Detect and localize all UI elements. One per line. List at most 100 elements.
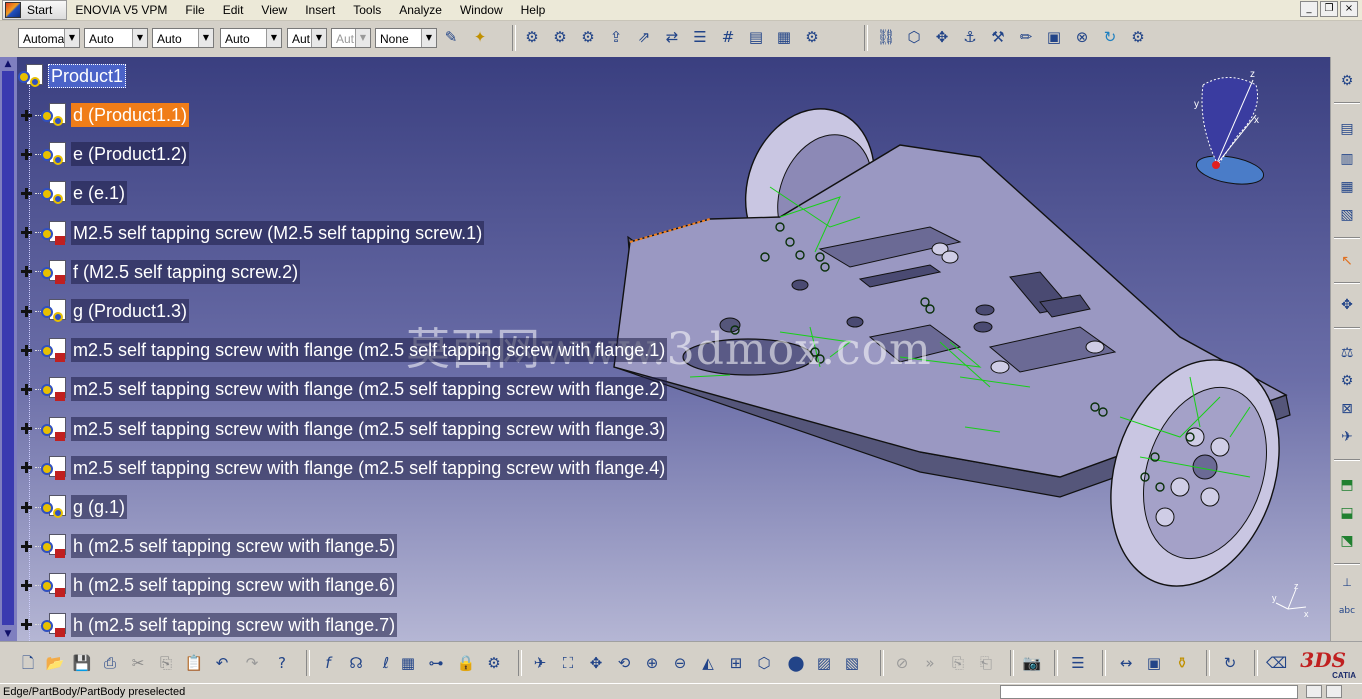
tree-node[interactable]: m2.5 self tapping screw with flange (m2.… [20, 374, 668, 404]
design-table-icon[interactable]: ▦ [398, 653, 418, 673]
menu-view[interactable]: View [252, 0, 296, 20]
tree-node[interactable]: d (Product1.1) [20, 100, 190, 130]
measure-icon[interactable]: ⊠ [1337, 399, 1357, 419]
normal-view-icon[interactable]: ◭ [698, 653, 718, 673]
manipulation-icon[interactable]: ⛓ [876, 27, 896, 47]
contact-constraint-icon[interactable]: ⊗ [1072, 27, 1092, 47]
constraint-icon[interactable]: ▣ [1044, 27, 1064, 47]
open-icon[interactable]: 📂 [45, 653, 65, 673]
3d-viewport[interactable]: z y x z y x 莫西网www.3dmox.com ▲ ▼ Product… [0, 57, 1330, 641]
isometric-view-icon[interactable]: ⬡ [754, 653, 774, 673]
lock-icon[interactable]: 🔒 [456, 653, 476, 673]
menu-analyze[interactable]: Analyze [390, 0, 451, 20]
sectioning-icon[interactable]: ✈ [1337, 427, 1357, 447]
compass-widget[interactable]: z y x [1178, 65, 1278, 195]
tree-node[interactable]: m2.5 self tapping screw with flange (m2.… [20, 414, 668, 444]
save-icon[interactable]: 💾 [72, 653, 92, 673]
knowledge-advisor-icon[interactable]: ☊ [346, 653, 366, 673]
tree-node[interactable]: h (m2.5 self tapping screw with flange.7… [20, 610, 398, 640]
tree-node[interactable]: m2.5 self tapping screw with flange (m2.… [20, 453, 668, 483]
copy-icon[interactable]: ⎘ [156, 653, 176, 673]
expand-icon[interactable] [20, 265, 33, 278]
measure-between-icon[interactable]: ↔ [1116, 653, 1136, 673]
expand-icon[interactable] [20, 579, 33, 592]
properties-painter-icon[interactable]: ✦ [470, 27, 490, 47]
insert-component-icon[interactable]: ⚙ [522, 27, 542, 47]
multi-instantiation-icon[interactable]: ⚙ [802, 27, 822, 47]
expand-icon[interactable] [20, 226, 33, 239]
zoom-out-icon[interactable]: ⊖ [670, 653, 690, 673]
expand-icon[interactable] [20, 148, 33, 161]
pen-icon[interactable]: ✏ [1016, 27, 1036, 47]
tree-root[interactable]: Product1 [18, 61, 127, 91]
tree-node[interactable]: e (Product1.2) [20, 139, 190, 169]
sheet-tools-icon[interactable]: ▧ [1337, 205, 1357, 225]
constraints-icon[interactable]: ⚙ [1337, 71, 1357, 91]
text-annotation-icon[interactable]: abc [1337, 601, 1357, 621]
manage-representations-icon[interactable]: ▦ [774, 27, 794, 47]
color-combo[interactable]: Automa ▼ [18, 28, 80, 48]
multi-view-icon[interactable]: ⊞ [726, 653, 746, 673]
menu-insert[interactable]: Insert [296, 0, 344, 20]
axis-icon[interactable]: ⊥ [1337, 573, 1357, 593]
rotate-icon[interactable]: ⟲ [614, 653, 634, 673]
transparency-combo[interactable]: Auto ▼ [84, 28, 148, 48]
tree-scrollbar[interactable]: ▲ ▼ [0, 57, 17, 641]
tree-node[interactable]: h (m2.5 self tapping screw with flange.5… [20, 531, 398, 561]
fit-all-in-icon[interactable]: ⛶ [558, 653, 578, 673]
catalog-icon[interactable]: ☰ [1068, 653, 1088, 673]
restore-button[interactable]: ❐ [1320, 1, 1338, 17]
refresh-icon[interactable]: ↻ [1220, 653, 1240, 673]
formula-icon[interactable]: f [318, 653, 338, 673]
measure-item-icon[interactable]: ▣ [1144, 653, 1164, 673]
shading-icon[interactable]: ⬤ [786, 653, 806, 673]
move-icon[interactable]: ✥ [1337, 295, 1357, 315]
law-icon[interactable]: ℓ [376, 653, 396, 673]
line-thickness-combo[interactable]: Auto ▼ [152, 28, 214, 48]
replace-component-icon[interactable]: ⇄ [662, 27, 682, 47]
print-icon[interactable]: ⎙ [100, 653, 120, 673]
status-button-2[interactable] [1326, 685, 1342, 698]
close-button[interactable]: × [1340, 1, 1358, 17]
zoom-in-icon[interactable]: ⊕ [642, 653, 662, 673]
expand-icon[interactable] [20, 422, 33, 435]
swap-visible-space-icon[interactable]: ▧ [842, 653, 862, 673]
expand-icon[interactable] [20, 618, 33, 631]
menu-edit[interactable]: Edit [214, 0, 253, 20]
sheet-edit-icon[interactable]: ▦ [1337, 177, 1357, 197]
point-type-combo[interactable]: Aut ▼ [287, 28, 327, 48]
generate-numbering-icon[interactable]: # [718, 27, 738, 47]
scroll-down-icon[interactable]: ▼ [2, 628, 14, 640]
existing-component-positioning-icon[interactable]: ⇗ [634, 27, 654, 47]
publication-icon[interactable]: ⬒ [1337, 475, 1357, 495]
tree-node[interactable]: g (g.1) [20, 492, 128, 522]
scrollbar-thumb[interactable] [2, 71, 14, 625]
snap-icon[interactable]: ⬡ [904, 27, 924, 47]
flag-note-icon[interactable]: ⬔ [1337, 531, 1357, 551]
tree-node[interactable]: e (e.1) [20, 178, 128, 208]
existing-component-icon[interactable]: ⇪ [606, 27, 626, 47]
sheet-copy-icon[interactable]: ▥ [1337, 149, 1357, 169]
menu-tools[interactable]: Tools [344, 0, 390, 20]
expand-icon[interactable] [20, 540, 33, 553]
select-icon[interactable]: ↖ [1337, 251, 1357, 271]
clash-icon[interactable]: ⚙ [1337, 371, 1357, 391]
smart-move-icon[interactable]: ✥ [932, 27, 952, 47]
update-icon[interactable]: ↻ [1100, 27, 1120, 47]
tree-node[interactable]: g (Product1.3) [20, 296, 190, 326]
format-painter-icon[interactable]: ✎ [441, 27, 461, 47]
expand-icon[interactable] [20, 501, 33, 514]
menu-enovia[interactable]: ENOVIA V5 VPM [67, 0, 176, 20]
paste-icon[interactable]: 📋 [184, 653, 204, 673]
sub-product-icon[interactable]: ⚙ [1128, 27, 1148, 47]
pan-icon[interactable]: ✥ [586, 653, 606, 673]
fly-mode-icon[interactable]: ✈ [530, 653, 550, 673]
sheet-icon[interactable]: ▤ [1337, 119, 1357, 139]
expand-icon[interactable] [20, 344, 33, 357]
start-menu[interactable]: Start [2, 0, 68, 20]
scroll-up-icon[interactable]: ▲ [2, 58, 14, 70]
tree-node[interactable]: h (m2.5 self tapping screw with flange.6… [20, 570, 398, 600]
menu-file[interactable]: File [176, 0, 213, 20]
tree-node[interactable]: m2.5 self tapping screw with flange (m2.… [20, 335, 668, 365]
space-analysis-icon[interactable]: ⚖ [1337, 343, 1357, 363]
